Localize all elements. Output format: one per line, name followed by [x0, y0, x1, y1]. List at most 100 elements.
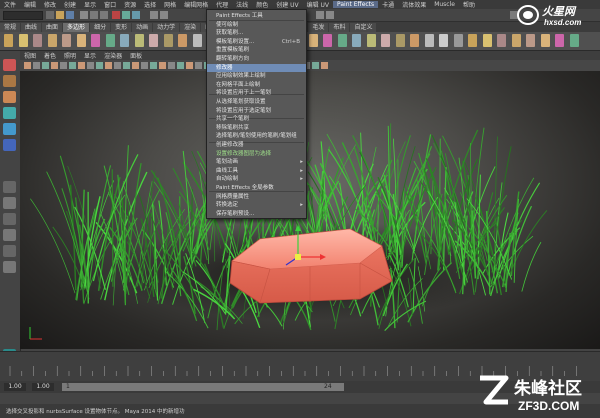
shelf-tool-icon[interactable] — [33, 34, 42, 47]
menu-set-dropdown[interactable] — [3, 11, 43, 20]
hypershade-icon[interactable] — [326, 11, 334, 19]
layout-four-icon[interactable] — [3, 197, 16, 209]
paint-effects-menu-item[interactable]: 从选择笔划获取设置 — [207, 98, 306, 106]
menu-item[interactable]: 编辑 — [20, 0, 40, 9]
current-time-field[interactable]: 1.00 — [32, 383, 54, 391]
shelf-tool-icon[interactable] — [395, 34, 405, 47]
paint-effects-menu-item[interactable]: 设置修改器图层为选择 — [207, 150, 306, 158]
shelf-tab[interactable]: 渲染 — [180, 23, 201, 32]
menu-item[interactable]: 编辑网格 — [180, 0, 212, 9]
panel-tool-icon[interactable] — [105, 62, 112, 69]
shelf-tab[interactable]: 动力学 — [153, 23, 180, 32]
paint-effects-menu-item[interactable]: 模板笔刷设置... Ctrl+B — [207, 38, 306, 46]
shelf-tool-icon[interactable] — [424, 34, 434, 47]
paint-effects-menu-item[interactable]: 重置模板笔刷 — [207, 46, 306, 54]
shelf-tool-icon[interactable] — [105, 34, 115, 47]
panel-tool-icon[interactable] — [321, 62, 328, 69]
paint-select-tool-icon[interactable] — [3, 91, 16, 103]
panel-tool-icon[interactable] — [177, 62, 184, 69]
shelf-tool-icon[interactable] — [192, 34, 202, 47]
save-scene-icon[interactable] — [66, 11, 74, 19]
paint-effects-menu-item[interactable]: 将设置应用于上一笔划 — [207, 89, 306, 97]
menu-item[interactable]: 显示 — [80, 0, 100, 9]
menu-item[interactable]: 窗口 — [100, 0, 120, 9]
panel-menu-item[interactable]: 着色 — [40, 51, 60, 60]
select-tool-icon[interactable] — [3, 59, 16, 71]
paint-effects-menu-item[interactable]: 在网格平面上绘制 — [207, 81, 306, 89]
paint-effects-menu-item[interactable]: 保存笔刷预设... — [207, 210, 306, 218]
shelf-tool-icon[interactable] — [4, 34, 13, 47]
paint-effects-menu-item[interactable]: 网格质量属性 — [207, 193, 306, 201]
menu-item[interactable]: 帮助 — [459, 0, 479, 9]
select-component-icon[interactable] — [100, 11, 108, 19]
paint-effects-menu-item[interactable]: 自动绘制 ▸ — [207, 175, 306, 183]
shelf-tool-icon[interactable] — [149, 34, 158, 47]
paint-effects-menu-item[interactable]: Paint Effects 工具 — [207, 12, 306, 20]
panel-menu-item[interactable]: 面板 — [126, 51, 146, 60]
panel-menu-item[interactable]: 渲染器 — [100, 51, 126, 60]
menu-item[interactable]: 颜色 — [252, 0, 272, 9]
shelf-tool-icon[interactable] — [308, 34, 318, 47]
paint-effects-menu-item[interactable]: 共享一个笔刷 — [207, 115, 306, 123]
panel-tool-icon[interactable] — [87, 62, 94, 69]
paint-effects-menu-item[interactable]: 翻转笔刷方向 — [207, 55, 306, 63]
panel-tool-icon[interactable] — [195, 62, 202, 69]
menu-item[interactable]: 修改 — [40, 0, 60, 9]
open-scene-icon[interactable] — [56, 11, 64, 19]
shelf-tool-icon[interactable] — [453, 34, 463, 47]
shelf-tool-icon[interactable] — [134, 34, 144, 47]
shelf-tool-icon[interactable] — [352, 34, 361, 47]
shelf-tab[interactable]: 常规 — [0, 23, 21, 32]
shelf-tool-icon[interactable] — [62, 34, 71, 47]
paint-effects-menu-item[interactable]: 曲线工具 ▸ — [207, 167, 306, 175]
menu-item[interactable]: Muscle — [430, 1, 459, 8]
shelf-tool-icon[interactable] — [497, 34, 506, 47]
move-tool-icon[interactable] — [3, 107, 16, 119]
shelf-tool-icon[interactable] — [178, 34, 187, 47]
menu-item[interactable]: 代理 — [212, 0, 232, 9]
menu-item[interactable]: 创建 UV — [272, 0, 302, 9]
paint-effects-menu-item[interactable]: Paint Effects 全局参数 — [207, 184, 306, 192]
panel-menu-item[interactable]: 显示 — [80, 51, 100, 60]
layout-single-icon[interactable] — [3, 181, 16, 193]
render-settings-icon[interactable] — [316, 11, 324, 19]
paint-effects-menu-item[interactable]: 选择笔刷/笔划使用的笔刷/笔划组 — [207, 132, 306, 140]
paint-effects-menu-item[interactable]: 转换选定 ▸ — [207, 201, 306, 209]
panel-tool-icon[interactable] — [168, 62, 175, 69]
panel-tool-icon[interactable] — [150, 62, 157, 69]
panel-tool-icon[interactable] — [78, 62, 85, 69]
paint-effects-menu-item[interactable]: 应用绘制效果上绘制 — [207, 72, 306, 80]
menu-item[interactable]: 卡通 — [378, 0, 398, 9]
shelf-tool-icon[interactable] — [323, 34, 332, 47]
snap-point-icon[interactable] — [132, 11, 140, 19]
panel-tool-icon[interactable] — [60, 62, 67, 69]
menu-item[interactable]: 法线 — [232, 0, 252, 9]
shelf-tool-icon[interactable] — [337, 34, 347, 47]
ipr-render-icon[interactable] — [160, 11, 168, 19]
panel-tool-icon[interactable] — [42, 62, 49, 69]
layout-outliner-icon[interactable] — [3, 229, 16, 241]
shelf-tool-icon[interactable] — [439, 34, 448, 47]
playback-range-bar[interactable]: 1 24 — [62, 383, 344, 391]
shelf-tool-icon[interactable] — [526, 34, 535, 47]
paint-effects-menu-item[interactable]: 获取笔刷... — [207, 29, 306, 37]
panel-tool-icon[interactable] — [159, 62, 166, 69]
shelf-tab[interactable]: 动画 — [132, 23, 153, 32]
shelf-tab[interactable]: 毛发 — [308, 23, 329, 32]
shelf-tool-icon[interactable] — [366, 34, 376, 47]
new-scene-icon[interactable] — [46, 11, 54, 19]
shelf-tool-icon[interactable] — [569, 34, 579, 47]
menu-item[interactable]: 编辑 UV — [303, 0, 333, 9]
panel-tool-icon[interactable] — [51, 62, 58, 69]
panel-tool-icon[interactable] — [141, 62, 148, 69]
menu-item[interactable]: Paint Effects — [333, 1, 379, 8]
panel-tool-icon[interactable] — [96, 62, 103, 69]
viewport-3d[interactable] — [20, 71, 600, 349]
panel-tool-icon[interactable] — [69, 62, 76, 69]
shelf-tab[interactable]: 细分 — [90, 23, 111, 32]
shelf-tool-icon[interactable] — [482, 34, 492, 47]
panel-menu-item[interactable]: 视图 — [20, 51, 40, 60]
panel-tool-icon[interactable] — [33, 62, 40, 69]
panel-tool-icon[interactable] — [114, 62, 121, 69]
panel-tool-icon[interactable] — [132, 62, 139, 69]
